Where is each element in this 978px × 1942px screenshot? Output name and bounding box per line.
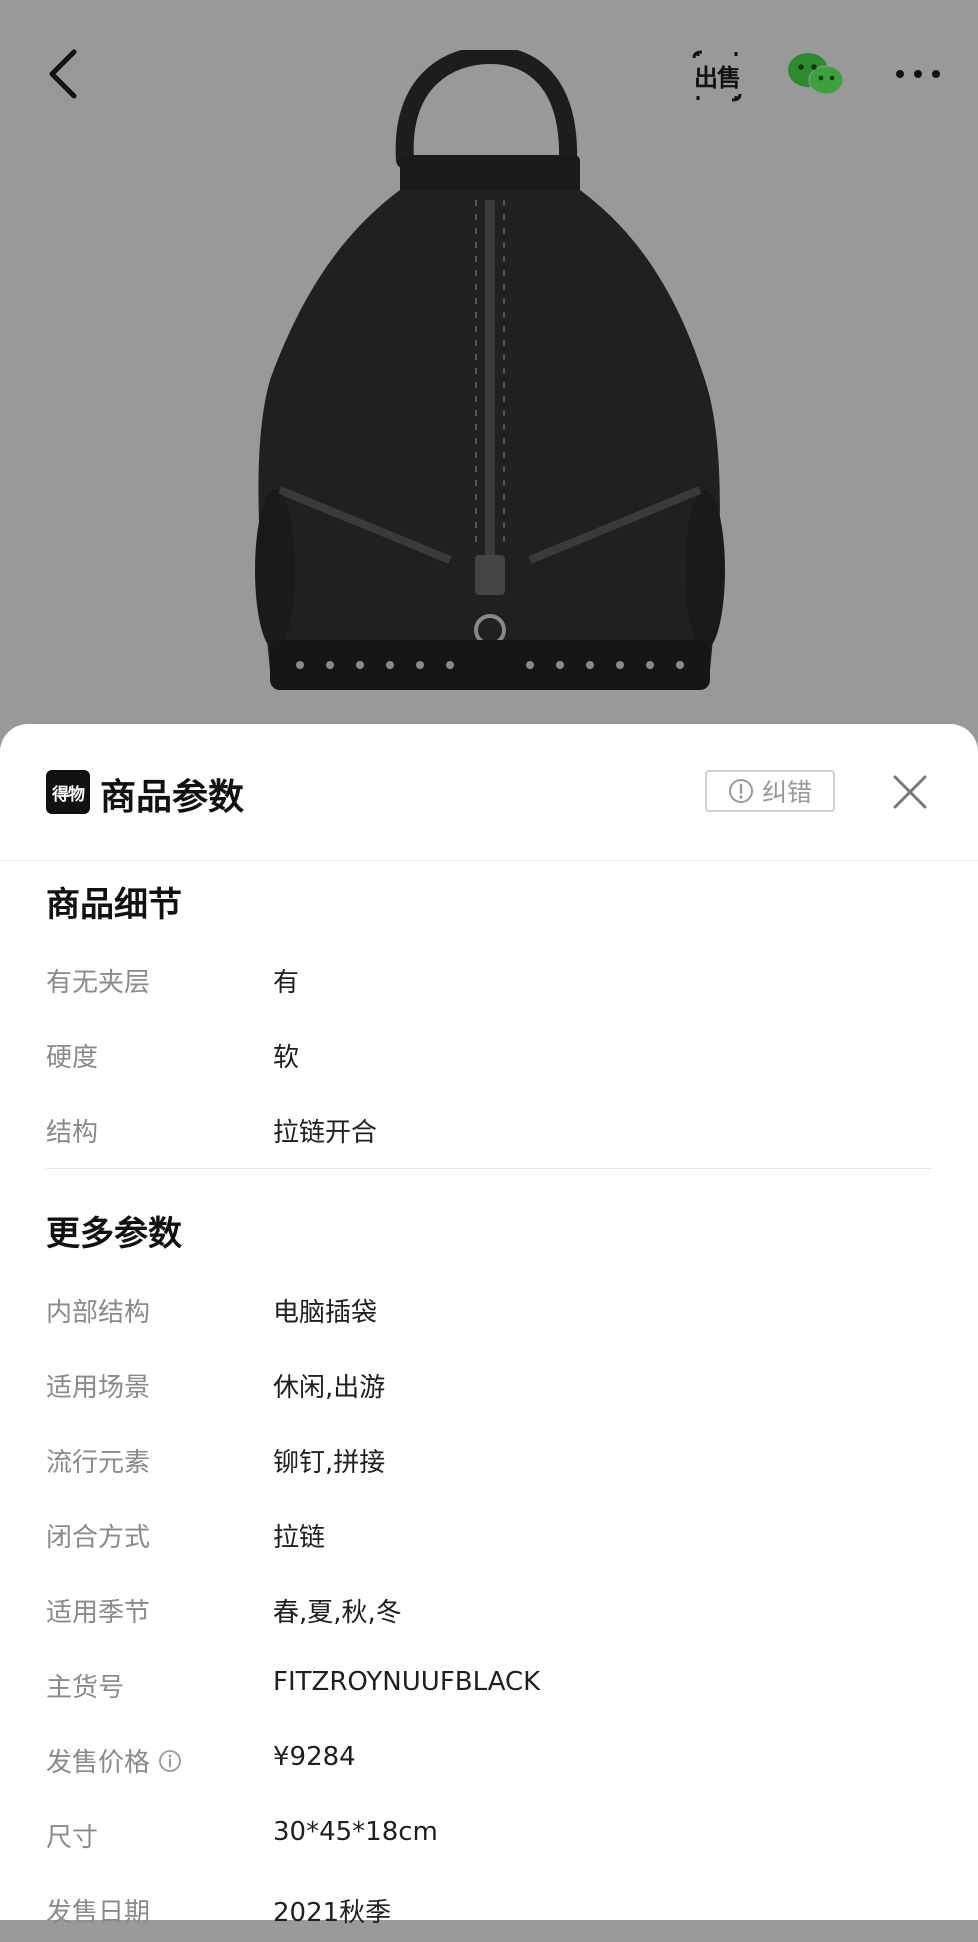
param-row: 有无夹层 有 <box>46 962 936 1012</box>
param-key: 发售价格 <box>46 1748 151 1778</box>
param-row: 尺寸 30*45*18cm <box>46 1817 936 1867</box>
param-row: 发售日期 2021秋季 <box>46 1892 936 1942</box>
param-key-with-info: 发售价格 <box>46 1742 182 1779</box>
param-value: 2021秋季 <box>273 1898 392 1928</box>
brand-logo: 得物 <box>46 770 90 814</box>
param-value: 休闲,出游 <box>273 1373 386 1403</box>
param-key: 尺寸 <box>46 1823 99 1853</box>
sell-button[interactable]: 出售 <box>690 50 744 102</box>
param-row: 适用场景 休闲,出游 <box>46 1367 936 1417</box>
section-title-more: 更多参数 <box>46 1214 182 1254</box>
param-key: 主货号 <box>46 1673 125 1703</box>
param-key: 流行元素 <box>46 1448 151 1478</box>
param-value: 软 <box>273 1043 300 1073</box>
param-row: 发售价格 ¥9284 <box>46 1742 936 1792</box>
product-params-sheet: 得物 商品参数 纠错 商品细节 有无夹层 有 硬度 软 结构 拉链开合 更多参数… <box>0 724 978 1928</box>
param-key: 闭合方式 <box>46 1523 151 1553</box>
param-key: 适用场景 <box>46 1373 151 1403</box>
param-row: 主货号 FITZROYNUUFBLACK <box>46 1667 936 1717</box>
param-key: 发售日期 <box>46 1898 151 1928</box>
param-value: 春,夏,秋,冬 <box>273 1598 402 1628</box>
param-row: 适用季节 春,夏,秋,冬 <box>46 1592 936 1642</box>
param-value: 有 <box>273 968 300 998</box>
param-row: 硬度 软 <box>46 1037 936 1087</box>
sell-label: 出售 <box>694 64 741 92</box>
section-title-details: 商品细节 <box>46 885 182 925</box>
back-arrow-icon[interactable] <box>40 44 90 104</box>
param-value: 拉链 <box>273 1523 326 1553</box>
param-value: 30*45*18cm <box>273 1817 438 1847</box>
param-value: 拉链开合 <box>273 1118 378 1148</box>
sheet-header: 得物 商品参数 纠错 <box>0 724 978 861</box>
param-value: FITZROYNUUFBLACK <box>273 1667 541 1697</box>
param-row: 内部结构 电脑插袋 <box>46 1292 936 1342</box>
close-icon[interactable] <box>892 774 928 810</box>
param-value: 铆钉,拼接 <box>273 1448 386 1478</box>
exclamation-circle-icon <box>728 779 753 803</box>
report-error-label: 纠错 <box>761 778 812 807</box>
param-row: 结构 拉链开合 <box>46 1112 936 1162</box>
wechat-icon[interactable] <box>786 50 846 100</box>
param-key: 结构 <box>46 1118 99 1148</box>
param-key: 内部结构 <box>46 1298 151 1328</box>
info-icon[interactable] <box>158 1749 182 1773</box>
param-row: 流行元素 铆钉,拼接 <box>46 1442 936 1492</box>
param-key: 适用季节 <box>46 1598 151 1628</box>
section-divider <box>46 1168 932 1169</box>
param-value: ¥9284 <box>273 1742 356 1772</box>
param-row: 闭合方式 拉链 <box>46 1517 936 1567</box>
sheet-title: 商品参数 <box>100 777 245 818</box>
param-key: 有无夹层 <box>46 968 151 998</box>
param-key: 硬度 <box>46 1043 99 1073</box>
top-bar: 出售 <box>0 0 978 150</box>
report-error-button[interactable]: 纠错 <box>705 770 835 812</box>
param-value: 电脑插袋 <box>273 1298 378 1328</box>
more-icon[interactable] <box>892 56 944 92</box>
